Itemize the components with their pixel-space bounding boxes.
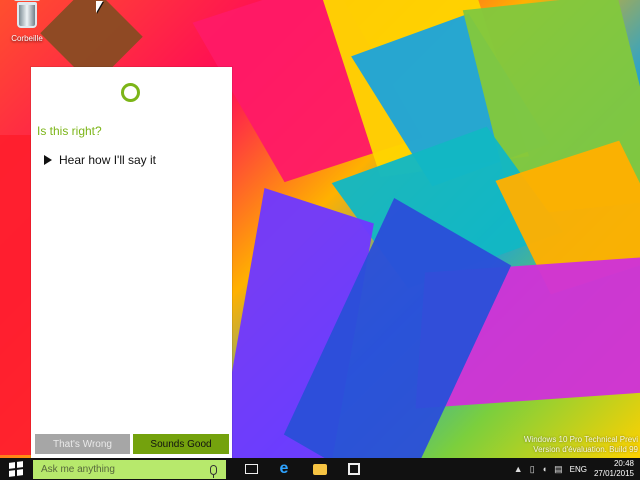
show-hidden-icons-icon[interactable]: ▲ <box>514 464 523 474</box>
task-view-icon <box>244 464 258 474</box>
hear-pronunciation-button[interactable]: Hear how I'll say it <box>44 153 156 167</box>
play-icon <box>44 155 52 165</box>
watermark-line-1: Windows 10 Pro Technical Previ <box>523 435 638 444</box>
watermark-line-2: Version d'évaluation. Build 99 <box>533 445 638 454</box>
start-button[interactable] <box>0 458 31 480</box>
clock-time: 20:48 <box>613 459 634 468</box>
store-icon <box>348 463 360 475</box>
cortana-circle-icon <box>121 83 140 102</box>
recycle-bin-shortcut[interactable]: Corbeille <box>5 0 49 46</box>
task-view-button[interactable] <box>242 460 260 478</box>
search-input[interactable] <box>41 464 191 475</box>
microphone-icon[interactable] <box>210 464 217 478</box>
language-indicator[interactable]: ENG <box>570 465 587 474</box>
sounds-good-button[interactable]: Sounds Good <box>133 434 229 454</box>
store-button[interactable] <box>345 460 363 478</box>
file-explorer-button[interactable] <box>311 460 329 478</box>
notification-icon[interactable]: ▤ <box>554 464 563 475</box>
folder-icon <box>313 463 327 475</box>
balloon-panel-red-edge <box>0 135 33 455</box>
mouse-pointer-icon <box>96 1 103 13</box>
internet-explorer-button[interactable]: e <box>275 460 293 478</box>
recycle-bin-icon <box>14 0 40 28</box>
recycle-bin-label: Corbeille <box>11 34 43 43</box>
volume-icon[interactable]: ◖ <box>542 464 547 474</box>
system-tray: ▲ ▯ ◖ ▤ ENG 20:48 27/01/2015 <box>514 459 634 479</box>
confirmation-actions: That's Wrong Sounds Good <box>35 434 229 454</box>
cortana-panel: Is this right? Hear how I'll say it That… <box>31 67 232 458</box>
clock-date: 27/01/2015 <box>593 469 634 478</box>
taskbar: e ▲ ▯ ◖ ▤ ENG 20:48 27/01/2015 <box>0 458 640 480</box>
thats-wrong-button[interactable]: That's Wrong <box>35 434 130 454</box>
confirmation-question: Is this right? <box>37 124 102 138</box>
windows-watermark: Windows 10 Pro Technical Previ Version d… <box>524 435 638 455</box>
system-clock[interactable]: 20:48 27/01/2015 <box>594 459 634 479</box>
hear-pronunciation-label: Hear how I'll say it <box>59 153 156 167</box>
internet-explorer-icon: e <box>279 460 289 477</box>
windows-logo-icon <box>8 461 23 477</box>
network-icon[interactable]: ▯ <box>530 464 535 475</box>
cortana-search-box[interactable] <box>33 460 226 479</box>
